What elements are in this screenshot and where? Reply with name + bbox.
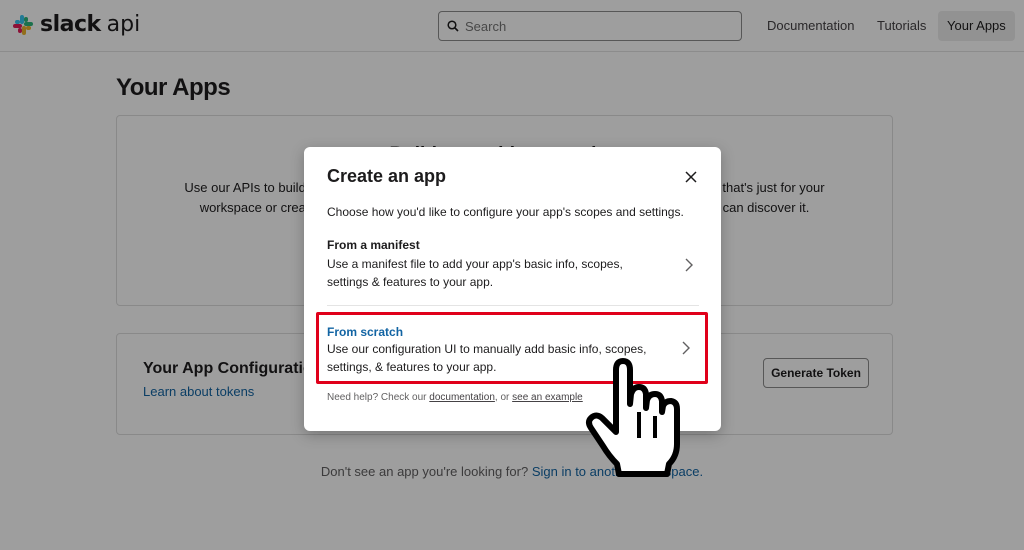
- option-divider: [327, 305, 699, 306]
- option-title: From a manifest: [327, 238, 420, 252]
- help-prefix: Need help? Check our: [327, 392, 427, 403]
- modal-title: Create an app: [327, 166, 447, 186]
- from-manifest-option[interactable]: From a manifest Use a manifest file to a…: [316, 235, 708, 295]
- help-text: Need help? Check our documentation, or s…: [327, 392, 583, 403]
- option-description: Use a manifest file to add your app's ba…: [327, 255, 657, 291]
- chevron-right-icon: [685, 258, 693, 272]
- modal-subtitle: Choose how you'd like to configure your …: [327, 205, 684, 219]
- chevron-right-icon: [682, 341, 690, 355]
- documentation-link[interactable]: documentation: [429, 392, 495, 403]
- option-title: From scratch: [327, 325, 404, 339]
- help-middle: , or: [494, 392, 510, 403]
- see-example-link[interactable]: see an example: [512, 392, 583, 403]
- close-icon[interactable]: [683, 169, 699, 185]
- hand-pointer-cursor-icon: [586, 358, 680, 477]
- option-description-line: Use a manifest file to add your app's ba…: [327, 257, 623, 271]
- option-description-line: settings & features to your app.: [327, 275, 494, 289]
